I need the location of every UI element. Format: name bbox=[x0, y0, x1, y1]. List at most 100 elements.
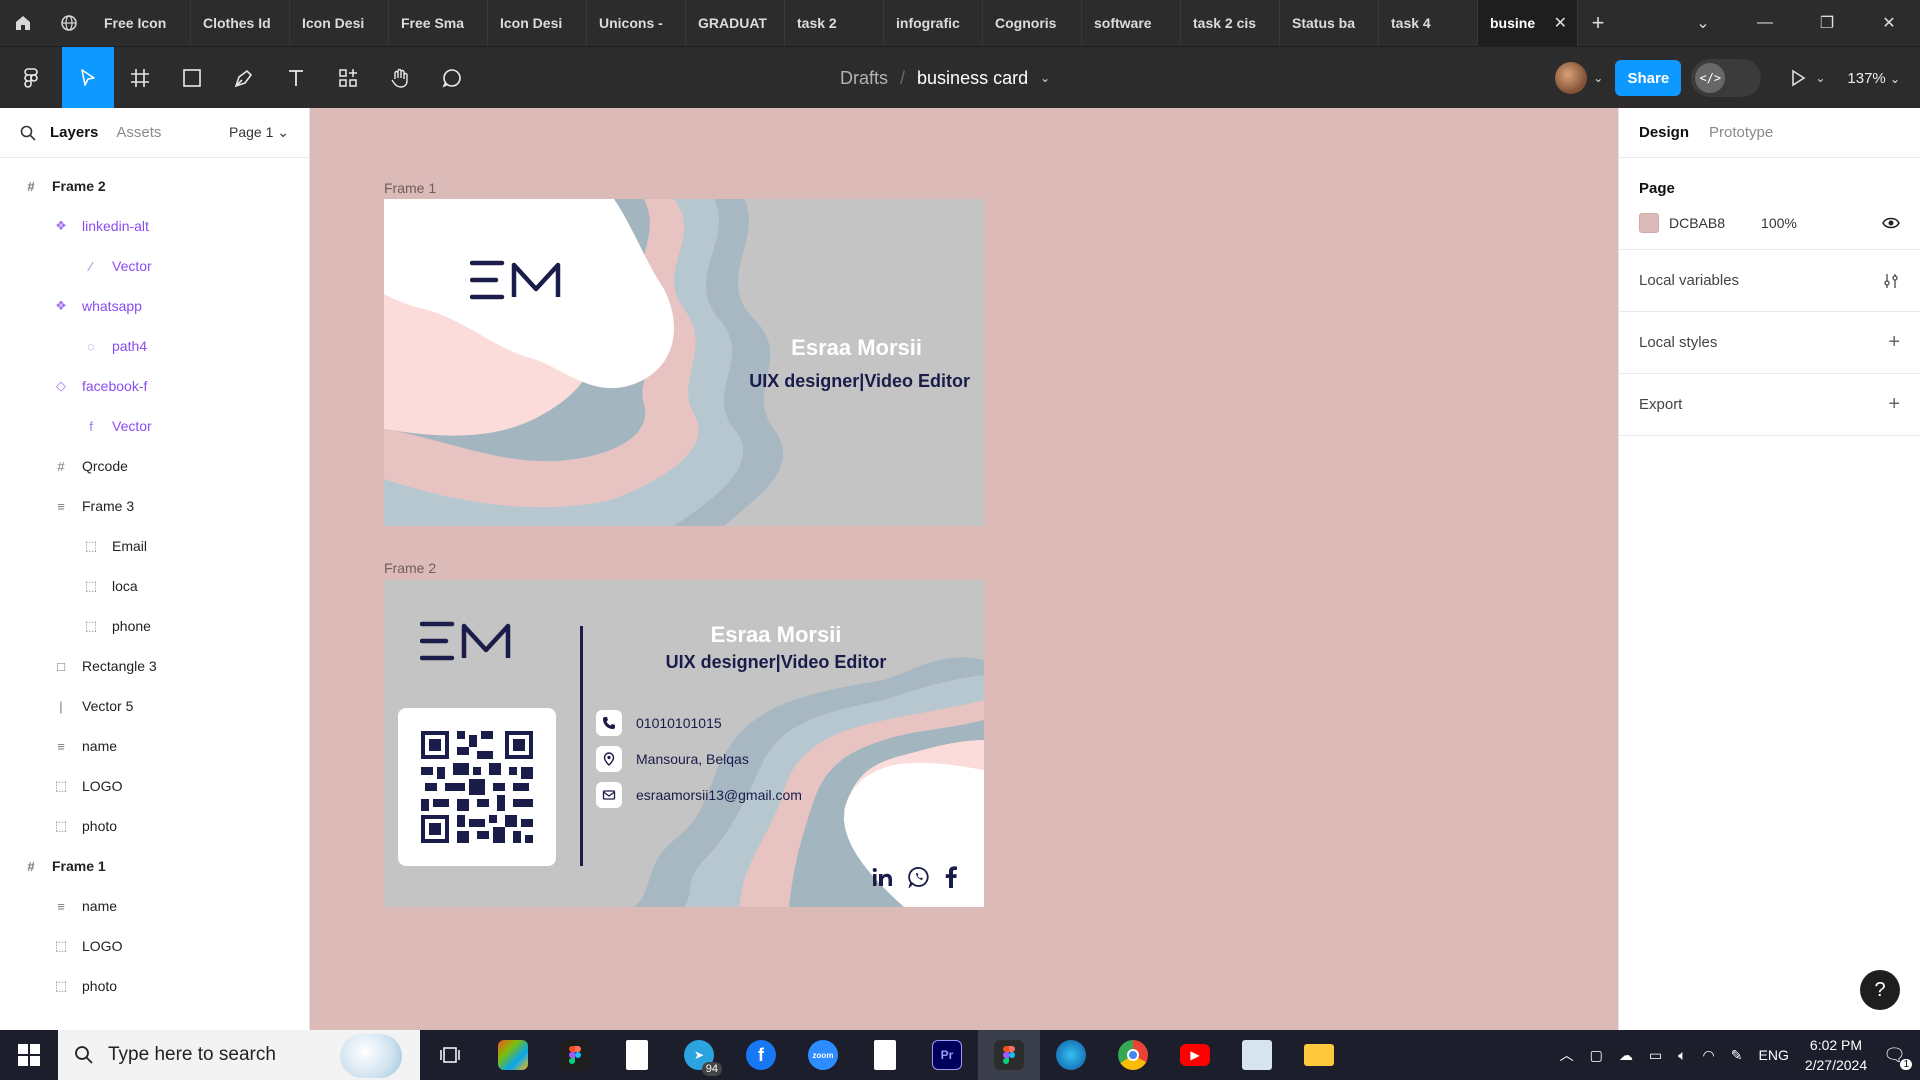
layer-row[interactable]: □ Rectangle 3 bbox=[0, 646, 309, 686]
present-button[interactable]: ⌄ bbox=[1789, 69, 1825, 87]
file-name[interactable]: business card bbox=[917, 68, 1028, 89]
browser-tab[interactable]: Unicons - bbox=[587, 0, 686, 46]
frame-2-card[interactable]: Esraa Morsii UIX designer|Video Editor 0… bbox=[384, 580, 984, 907]
minimize-icon[interactable]: — bbox=[1734, 14, 1796, 32]
share-button[interactable]: Share bbox=[1615, 60, 1682, 96]
taskbar-search[interactable]: Type here to search bbox=[58, 1030, 420, 1080]
layer-row[interactable]: ≡ name bbox=[0, 726, 309, 766]
browser-tab[interactable]: task 2 bbox=[785, 0, 884, 46]
layer-row[interactable]: ❖ linkedin-alt bbox=[0, 206, 309, 246]
tab-prototype[interactable]: Prototype bbox=[1709, 124, 1773, 141]
battery-icon[interactable]: ▭ bbox=[1649, 1047, 1662, 1064]
taskbar-app-edge[interactable] bbox=[1040, 1030, 1102, 1080]
plus-icon[interactable]: + bbox=[1888, 393, 1900, 416]
layer-row[interactable]: ≡ name bbox=[0, 886, 309, 926]
main-menu-button[interactable] bbox=[0, 47, 62, 109]
variables-icon[interactable] bbox=[1882, 272, 1900, 290]
home-icon[interactable] bbox=[0, 0, 46, 46]
browser-tab[interactable]: GRADUAT bbox=[686, 0, 785, 46]
layer-row[interactable]: # Frame 2 bbox=[0, 166, 309, 206]
browser-tab[interactable]: Status ba bbox=[1280, 0, 1379, 46]
pen-tool-button[interactable] bbox=[218, 47, 270, 109]
layer-row[interactable]: ⬚ loca bbox=[0, 566, 309, 606]
move-tool-button[interactable] bbox=[62, 46, 114, 109]
taskbar-app-premiere[interactable]: Pr bbox=[916, 1030, 978, 1080]
avatar[interactable] bbox=[1555, 62, 1588, 94]
shape-tool-button[interactable] bbox=[166, 47, 218, 109]
zoom-level[interactable]: 137% ⌄ bbox=[1847, 70, 1900, 87]
tab-active[interactable]: busine ✕ bbox=[1478, 0, 1578, 46]
browser-tab[interactable]: Clothes Id bbox=[191, 0, 290, 46]
browser-tab[interactable]: Cognoris bbox=[983, 0, 1082, 46]
clock[interactable]: 6:02 PM 2/27/2024 bbox=[1805, 1035, 1867, 1075]
design-canvas[interactable]: Frame 1 Esraa Morsii UIX designer|Video … bbox=[310, 108, 1618, 1030]
tab-layers[interactable]: Layers bbox=[50, 124, 98, 141]
layer-row[interactable]: ◌ path4 bbox=[0, 326, 309, 366]
eye-icon[interactable] bbox=[1882, 216, 1900, 230]
chevron-up-icon[interactable]: ︿ bbox=[1560, 1045, 1574, 1065]
text-tool-button[interactable] bbox=[270, 47, 322, 109]
layer-row[interactable]: f Vector bbox=[0, 406, 309, 446]
taskbar-app-file-2[interactable] bbox=[854, 1030, 916, 1080]
layer-row[interactable]: | Vector 5 bbox=[0, 686, 309, 726]
frame-1-card[interactable]: Esraa Morsii UIX designer|Video Editor bbox=[384, 199, 984, 526]
layer-row[interactable]: ⬚ Email bbox=[0, 526, 309, 566]
taskbar-app-figma[interactable] bbox=[544, 1030, 606, 1080]
layer-row[interactable]: # Frame 1 bbox=[0, 846, 309, 886]
taskbar-app-file[interactable] bbox=[606, 1030, 668, 1080]
taskbar-app-facebook[interactable]: f bbox=[730, 1030, 792, 1080]
volume-icon[interactable]: 🔈︎ bbox=[1678, 1047, 1686, 1064]
layer-row[interactable]: ⁄ Vector bbox=[0, 246, 309, 286]
breadcrumb-drafts[interactable]: Drafts bbox=[840, 68, 888, 89]
chevron-down-icon[interactable]: ⌄ bbox=[1593, 71, 1603, 85]
page-opacity[interactable]: 100% bbox=[1761, 215, 1797, 231]
task-view-button[interactable] bbox=[420, 1030, 482, 1080]
close-icon[interactable]: ✕ bbox=[1554, 13, 1567, 33]
hand-tool-button[interactable] bbox=[374, 47, 426, 109]
browser-tab[interactable]: software bbox=[1082, 0, 1181, 46]
cloud-icon[interactable]: ☁ bbox=[1619, 1047, 1633, 1064]
taskbar-app-telegram[interactable]: ➤ 94 bbox=[668, 1030, 730, 1080]
layer-row[interactable]: ⬚ photo bbox=[0, 806, 309, 846]
taskbar-app-zoom[interactable]: zoom bbox=[792, 1030, 854, 1080]
browser-tab[interactable]: Icon Desi bbox=[290, 0, 389, 46]
layer-row[interactable]: ⬚ photo bbox=[0, 966, 309, 1006]
taskbar-app-explorer[interactable] bbox=[1288, 1030, 1350, 1080]
language-indicator[interactable]: ENG bbox=[1759, 1047, 1789, 1063]
browser-tab[interactable]: Icon Desi bbox=[488, 0, 587, 46]
search-icon[interactable] bbox=[20, 125, 36, 141]
add-tab-button[interactable]: + bbox=[1578, 0, 1618, 46]
browser-tab[interactable]: infografic bbox=[884, 0, 983, 46]
close-window-icon[interactable]: ✕ bbox=[1858, 13, 1920, 33]
browser-tab[interactable]: Free Sma bbox=[389, 0, 488, 46]
taskbar-app-youtube[interactable]: ▶ bbox=[1164, 1030, 1226, 1080]
layer-row[interactable]: # Qrcode bbox=[0, 446, 309, 486]
frame-1-label[interactable]: Frame 1 bbox=[384, 180, 436, 196]
chevron-down-icon[interactable]: ⌄ bbox=[1040, 71, 1050, 85]
layer-row[interactable]: ⬚ LOGO bbox=[0, 926, 309, 966]
tab-design[interactable]: Design bbox=[1639, 124, 1689, 141]
wifi-icon[interactable]: ◠ bbox=[1703, 1047, 1715, 1064]
layer-row[interactable]: ◇ facebook-f bbox=[0, 366, 309, 406]
pen-icon[interactable]: ✎ bbox=[1731, 1047, 1743, 1064]
layer-row[interactable]: ≡ Frame 3 bbox=[0, 486, 309, 526]
restore-icon[interactable]: ❐ bbox=[1796, 13, 1858, 33]
page-color-hex[interactable]: DCBAB8 bbox=[1669, 215, 1725, 231]
plus-icon[interactable]: + bbox=[1888, 331, 1900, 354]
globe-icon[interactable] bbox=[46, 0, 92, 46]
chevron-down-icon[interactable]: ⌄ bbox=[1672, 13, 1734, 33]
taskbar-app-chrome[interactable] bbox=[1102, 1030, 1164, 1080]
comment-tool-button[interactable] bbox=[426, 47, 478, 109]
help-button[interactable]: ? bbox=[1860, 970, 1900, 1010]
browser-tab[interactable]: Free Icon bbox=[92, 0, 191, 46]
dev-mode-toggle[interactable]: </> bbox=[1691, 59, 1762, 97]
layer-row[interactable]: ❖ whatsapp bbox=[0, 286, 309, 326]
taskbar-app-figma-active[interactable] bbox=[978, 1030, 1040, 1080]
taskbar-app-snipping[interactable] bbox=[1226, 1030, 1288, 1080]
frame-tool-button[interactable] bbox=[114, 47, 166, 109]
color-swatch[interactable] bbox=[1639, 213, 1659, 233]
notifications-icon[interactable]: 🗨︎ 1 bbox=[1883, 1045, 1912, 1070]
browser-tab[interactable]: task 4 bbox=[1379, 0, 1478, 46]
windows-start-button[interactable] bbox=[0, 1030, 58, 1080]
layer-row[interactable]: ⬚ phone bbox=[0, 606, 309, 646]
